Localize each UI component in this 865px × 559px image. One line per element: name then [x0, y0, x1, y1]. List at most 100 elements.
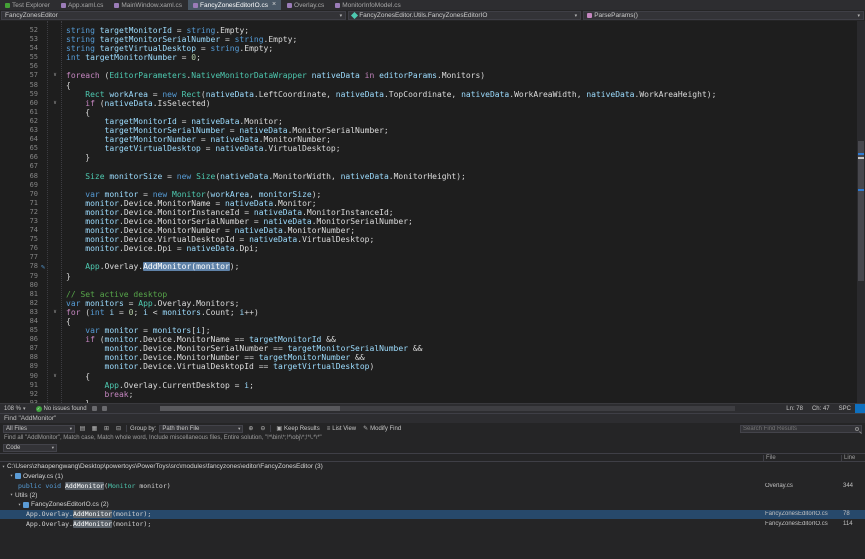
expand-arrow-icon[interactable]: ▾ — [10, 492, 13, 498]
code-line[interactable]: 62 targetMonitorId = nativeData.Monitor; — [0, 117, 865, 126]
code-line[interactable]: 91 App.Overlay.CurrentDesktop = i; — [0, 381, 865, 390]
breakpoint-margin[interactable] — [0, 99, 20, 108]
tab-Overlay.cs[interactable]: Overlay.cs — [282, 0, 329, 10]
breakpoint-margin[interactable] — [0, 190, 20, 199]
breakpoint-margin[interactable] — [0, 226, 20, 235]
keep-results-toggle[interactable]: ▣ Keep Results — [274, 425, 321, 432]
collapse-all-icon[interactable]: ⊟ — [114, 424, 123, 433]
breakpoint-margin[interactable] — [0, 262, 20, 271]
breakpoint-margin[interactable] — [0, 153, 20, 162]
breakpoint-margin[interactable] — [0, 44, 20, 53]
tab-App.xaml.cs[interactable]: App.xaml.cs — [56, 0, 108, 10]
code-line[interactable]: 74 monitor.Device.MonitorNumber = native… — [0, 226, 865, 235]
result-row[interactable]: public void AddMonitor(Monitor monitor)O… — [0, 481, 865, 491]
breakpoint-margin[interactable] — [0, 71, 20, 80]
fold-chevron-icon[interactable]: ∨ — [48, 99, 62, 108]
breakpoint-margin[interactable] — [0, 253, 20, 262]
breakpoint-margin[interactable] — [0, 308, 20, 317]
code-line[interactable]: 69 — [0, 181, 865, 190]
code-line[interactable]: 79} — [0, 272, 865, 281]
open-file-icon[interactable]: ▤ — [78, 424, 87, 433]
breakpoint-margin[interactable] — [0, 390, 20, 399]
tab-MainWindow.xaml.cs[interactable]: MainWindow.xaml.cs — [109, 0, 187, 10]
code-line[interactable]: 63 targetMonitorSerialNumber = nativeDat… — [0, 126, 865, 135]
code-line[interactable]: 64 targetMonitorNumber = nativeData.Moni… — [0, 135, 865, 144]
breakpoint-margin[interactable] — [0, 199, 20, 208]
breakpoint-margin[interactable] — [0, 81, 20, 90]
code-line[interactable]: 54string targetVirtualDesktop = string.E… — [0, 44, 865, 53]
code-line[interactable]: 56 — [0, 62, 865, 71]
code-line[interactable]: 55int targetMonitorNumber = 0; — [0, 53, 865, 62]
scrollbar-thumb[interactable] — [858, 141, 864, 281]
code-line[interactable]: 73 monitor.Device.MonitorSerialNumber = … — [0, 217, 865, 226]
code-line[interactable]: 72 monitor.Device.MonitorInstanceId = na… — [0, 208, 865, 217]
result-group-row[interactable]: ▾FancyZonesEditorIO.cs (2) — [0, 500, 865, 510]
result-row[interactable]: App.Overlay.AddMonitor(monitor);FancyZon… — [0, 510, 865, 520]
breakpoint-margin[interactable] — [0, 108, 20, 117]
code-line[interactable]: 85 var monitor = monitors[i]; — [0, 326, 865, 335]
code-line[interactable]: 67 — [0, 162, 865, 171]
column-header-file[interactable]: File — [763, 455, 841, 461]
code-line[interactable]: 60∨ if (nativeData.IsSelected) — [0, 99, 865, 108]
code-line[interactable]: 76 monitor.Device.Dpi = nativeData.Dpi; — [0, 244, 865, 253]
breakpoint-margin[interactable] — [0, 335, 20, 344]
code-line[interactable]: 65 targetVirtualDesktop = nativeData.Vir… — [0, 144, 865, 153]
list-view-toggle[interactable]: ≡ List View — [325, 426, 358, 432]
zoom-control[interactable]: 108 % ▾ — [0, 406, 30, 412]
group-by-dropdown[interactable]: Path then File ▾ — [159, 425, 243, 433]
breakpoint-margin[interactable] — [0, 281, 20, 290]
space-mode[interactable]: SPC — [839, 406, 851, 412]
breakpoint-margin[interactable] — [0, 290, 20, 299]
code-line[interactable]: 59 Rect workArea = new Rect(nativeData.L… — [0, 90, 865, 99]
code-line[interactable]: 71 monitor.Device.MonitorName = nativeDa… — [0, 199, 865, 208]
code-line[interactable]: 90∨ { — [0, 372, 865, 381]
breakpoint-margin[interactable] — [0, 35, 20, 44]
type-dropdown[interactable]: FancyZonesEditor.Utils.FancyZonesEditorI… — [348, 11, 581, 20]
expand-all-icon[interactable]: ⊞ — [102, 424, 111, 433]
breakpoint-margin[interactable] — [0, 26, 20, 35]
breakpoint-margin[interactable] — [0, 117, 20, 126]
modify-find-button[interactable]: ✎ Modify Find — [361, 425, 403, 432]
column-header-line[interactable]: Line — [841, 455, 865, 461]
code-line[interactable]: 52string targetMonitorId = string.Empty; — [0, 26, 865, 35]
code-line[interactable]: 68 Size monitorSize = new Size(nativeDat… — [0, 172, 865, 181]
fold-chevron-icon[interactable]: ∨ — [48, 372, 62, 381]
result-group-row[interactable]: ▾Utils (2) — [0, 491, 865, 501]
breakpoint-margin[interactable] — [0, 135, 20, 144]
code-line[interactable]: 57∨foreach (EditorParameters.NativeMonit… — [0, 71, 865, 80]
code-line[interactable]: 86 if (monitor.Device.MonitorName == tar… — [0, 335, 865, 344]
fold-chevron-icon[interactable]: ∨ — [48, 71, 62, 80]
close-icon[interactable]: × — [272, 2, 276, 8]
settings-icon[interactable] — [102, 406, 107, 411]
code-line[interactable]: 53string targetMonitorSerialNumber = str… — [0, 35, 865, 44]
member-dropdown[interactable]: ParseParams() ▾ — [583, 11, 864, 20]
breakpoint-margin[interactable] — [0, 90, 20, 99]
code-line[interactable]: 66 } — [0, 153, 865, 162]
expand-groups-icon[interactable]: ⊕ — [246, 424, 255, 433]
code-line[interactable]: 92 break; — [0, 390, 865, 399]
editor-horizontal-scrollbar[interactable] — [160, 406, 735, 411]
breakpoint-margin[interactable] — [0, 381, 20, 390]
search-find-results-input[interactable] — [743, 426, 855, 432]
breakpoint-margin[interactable] — [0, 181, 20, 190]
tab-Test Explorer[interactable]: Test Explorer — [0, 0, 55, 10]
expand-arrow-icon[interactable]: ▾ — [10, 473, 13, 479]
breakpoint-margin[interactable] — [0, 299, 20, 308]
code-line[interactable]: 87 monitor.Device.MonitorSerialNumber ==… — [0, 344, 865, 353]
code-line[interactable]: 78✎ App.Overlay.AddMonitor(monitor); — [0, 262, 865, 271]
tab-FancyZonesEditorIO.cs[interactable]: FancyZonesEditorIO.cs× — [188, 0, 281, 10]
search-find-results-box[interactable] — [740, 425, 862, 433]
breakpoint-margin[interactable] — [0, 272, 20, 281]
code-line[interactable]: 89 monitor.Device.VirtualDesktopId == ta… — [0, 362, 865, 371]
breakpoint-margin[interactable] — [0, 162, 20, 171]
code-line[interactable]: 75 monitor.Device.VirtualDesktopId = nat… — [0, 235, 865, 244]
fold-chevron-icon[interactable]: ∨ — [48, 308, 62, 317]
breakpoint-margin[interactable] — [0, 126, 20, 135]
code-line[interactable]: 70 var monitor = new Monitor(workArea, m… — [0, 190, 865, 199]
code-line[interactable]: 88 monitor.Device.MonitorNumber == targe… — [0, 353, 865, 362]
breakpoint-margin[interactable] — [0, 235, 20, 244]
code-editor[interactable]: 52string targetMonitorId = string.Empty;… — [0, 21, 865, 403]
result-group-row[interactable]: ▾Overlay.cs (1) — [0, 472, 865, 482]
breakpoint-margin[interactable] — [0, 208, 20, 217]
code-line[interactable]: 82var monitors = App.Overlay.Monitors; — [0, 299, 865, 308]
